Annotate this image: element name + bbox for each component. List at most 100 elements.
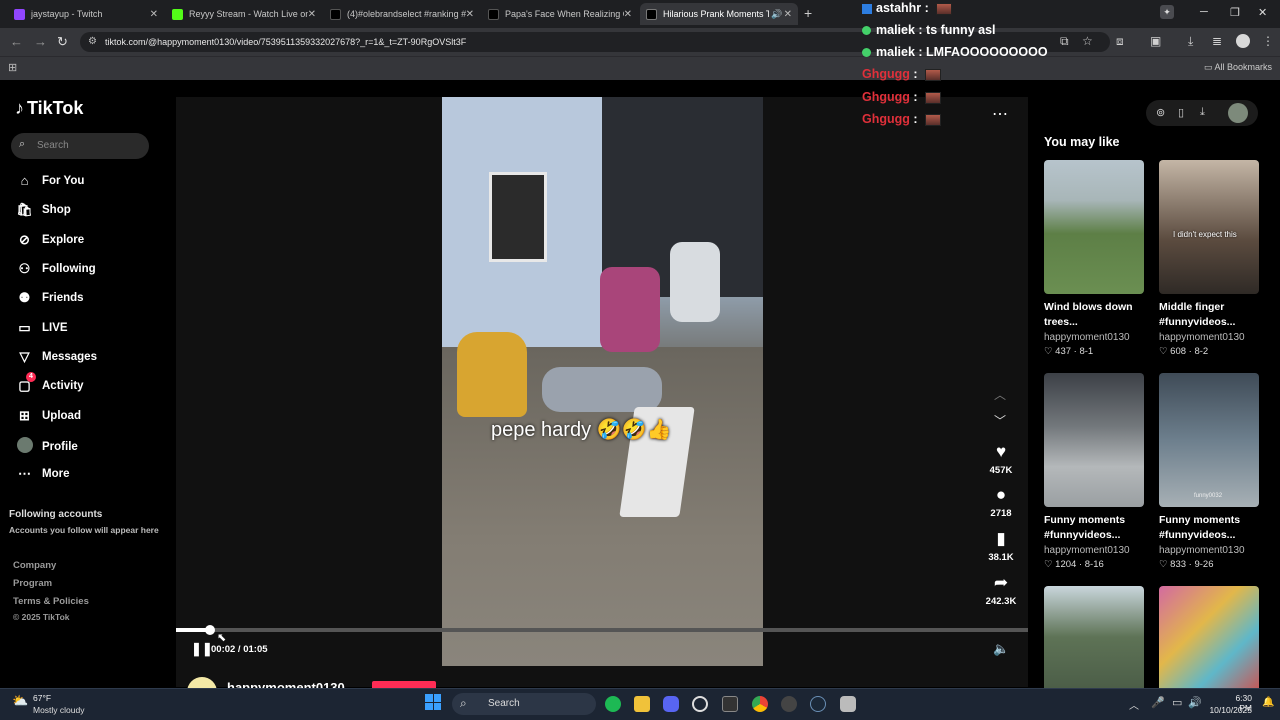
bookmark-icon: ▮ xyxy=(996,529,1006,548)
notification-icon[interactable]: 🔔 xyxy=(1262,697,1274,708)
volume-icon[interactable]: 🔊 xyxy=(1188,696,1202,709)
chevron-down-icon[interactable]: ﹀ xyxy=(994,412,1006,429)
person-white-shirt xyxy=(670,242,720,322)
discord-icon[interactable] xyxy=(663,696,679,712)
browser-tab[interactable]: Papa's Face When Realizing Ou ✕ xyxy=(482,3,638,25)
video-frame[interactable] xyxy=(442,97,763,666)
float-icon[interactable]: ⊚ xyxy=(1156,106,1165,119)
video-title[interactable]: Middle finger #funnyvideos... xyxy=(1159,300,1264,330)
app-icon[interactable] xyxy=(840,696,856,712)
share-action[interactable]: ➦ 242.3K xyxy=(980,573,1022,607)
sparkle-icon[interactable]: ✦ xyxy=(1160,5,1174,19)
search-input[interactable]: ⌕ Search xyxy=(11,133,149,159)
clock-date[interactable]: 10/10/2025 xyxy=(1208,705,1252,715)
browser-tab-active[interactable]: Hilarious Prank Moments Th 🔊 ✕ xyxy=(640,3,798,25)
video-author[interactable]: happymoment0130 xyxy=(1044,545,1130,556)
close-window-icon[interactable]: ✕ xyxy=(1258,6,1267,19)
browser-tab[interactable]: Reyyy Stream - Watch Live on K ✕ xyxy=(166,3,322,25)
video-thumbnail[interactable] xyxy=(1044,586,1144,688)
app-icon[interactable] xyxy=(781,696,797,712)
taskbar-search[interactable]: ⌕ Search xyxy=(452,693,596,715)
new-tab-icon[interactable]: + xyxy=(804,5,812,21)
app-icon[interactable] xyxy=(692,696,708,712)
epic-games-icon[interactable] xyxy=(722,696,738,712)
minimize-icon[interactable]: ─ xyxy=(1200,6,1208,18)
extensions-icon[interactable]: ⧈ xyxy=(1116,34,1124,49)
chrome-icon[interactable] xyxy=(752,696,768,712)
reload-icon[interactable]: ↻ xyxy=(57,34,68,50)
video-title[interactable]: Funny moments #funnyvideos... xyxy=(1044,513,1149,543)
weather-desc[interactable]: Mostly cloudy xyxy=(33,705,85,715)
progress-track[interactable] xyxy=(176,628,1028,632)
microphone-icon[interactable]: 🎤 xyxy=(1151,696,1165,709)
download-icon[interactable]: ⤓ xyxy=(1188,34,1193,49)
sidebar-item-upload[interactable]: ⊞ Upload xyxy=(16,408,81,424)
chat-message: maliek : LMFAOOOOOOOOO xyxy=(862,45,1048,59)
network-icon[interactable]: ▭ xyxy=(1172,696,1182,709)
chevron-up-icon[interactable]: ︿ xyxy=(994,386,1006,403)
footer-terms[interactable]: Terms & Policies xyxy=(13,596,89,607)
video-author[interactable]: happymoment0130 xyxy=(1159,332,1245,343)
tiktok-logo[interactable]: ♪ TikTok xyxy=(15,98,83,119)
device-icon[interactable]: ▯ xyxy=(1178,106,1184,119)
video-thumbnail[interactable]: I didn't expect this xyxy=(1159,160,1259,294)
site-info-icon[interactable]: ⚙ xyxy=(88,36,97,47)
sidebar-item-following[interactable]: ⚇ Following xyxy=(16,261,96,277)
sidebar-item-explore[interactable]: ⊘ Explore xyxy=(16,232,84,248)
download-video-icon[interactable]: ⤓ xyxy=(1200,106,1205,119)
back-icon[interactable]: ← xyxy=(10,34,23,49)
speaker-icon[interactable]: 🔊 xyxy=(771,9,782,20)
sidebar-item-messages[interactable]: ▽ Messages xyxy=(16,349,97,365)
sidebar-item-activity[interactable]: ▢ 4 Activity xyxy=(16,372,84,394)
video-thumbnail[interactable]: funny0032 xyxy=(1159,373,1259,507)
spotify-icon[interactable] xyxy=(605,696,621,712)
chevron-up-icon[interactable]: ︿ xyxy=(1129,697,1139,712)
windows-start-icon[interactable] xyxy=(425,694,441,710)
more-options-icon[interactable]: ⋯ xyxy=(992,104,1008,124)
profile-avatar[interactable] xyxy=(1236,34,1250,48)
all-bookmarks[interactable]: ▭ All Bookmarks xyxy=(1204,62,1272,73)
comment-action[interactable]: ● 2718 xyxy=(980,485,1022,519)
file-explorer-icon[interactable] xyxy=(634,696,650,712)
sidebar-item-more[interactable]: ⋯ More xyxy=(16,466,69,482)
close-icon[interactable]: ✕ xyxy=(308,9,316,20)
apps-icon[interactable]: ⊞ xyxy=(8,61,17,74)
weather-icon[interactable]: ⛅ xyxy=(12,693,28,709)
like-action[interactable]: ♥ 457K xyxy=(980,442,1022,476)
volume-icon[interactable]: 🔈 xyxy=(993,641,1009,657)
install-icon[interactable]: ⧉ xyxy=(1060,34,1069,49)
video-author[interactable]: happymoment0130 xyxy=(1044,332,1130,343)
video-thumbnail[interactable] xyxy=(1044,373,1144,507)
video-title[interactable]: Funny moments #funnyvideos... xyxy=(1159,513,1264,543)
video-title[interactable]: Wind blows down trees... xyxy=(1044,300,1149,330)
sidebar-item-profile[interactable]: Profile xyxy=(16,437,78,456)
close-icon[interactable]: ✕ xyxy=(150,9,158,20)
close-icon[interactable]: ✕ xyxy=(784,9,792,20)
footer-company[interactable]: Company xyxy=(13,560,56,571)
weather-temp[interactable]: 67°F xyxy=(33,693,51,703)
sidebar-item-live[interactable]: ▭ LIVE xyxy=(16,320,67,336)
close-icon[interactable]: ✕ xyxy=(466,9,474,20)
sidebar-item-shop[interactable]: 🛍 Shop xyxy=(16,202,71,218)
chat-user: astahhr xyxy=(876,1,922,15)
sidepanel-icon[interactable]: ▣ xyxy=(1150,34,1161,48)
media-icon[interactable]: ≣ xyxy=(1212,34,1222,48)
pause-icon[interactable]: ❚❚ xyxy=(191,641,213,657)
sidebar-item-for-you[interactable]: ⌂ For You xyxy=(16,173,85,188)
video-author[interactable]: happymoment0130 xyxy=(1159,545,1245,556)
forward-icon[interactable]: → xyxy=(34,34,47,49)
heart-outline-icon: ♡ xyxy=(1159,346,1171,357)
video-thumbnail[interactable] xyxy=(1159,586,1259,688)
footer-program[interactable]: Program xyxy=(13,578,52,589)
steam-icon[interactable] xyxy=(810,696,826,712)
maximize-icon[interactable]: ❐ xyxy=(1230,6,1240,19)
video-thumbnail[interactable] xyxy=(1044,160,1144,294)
close-icon[interactable]: ✕ xyxy=(624,9,632,20)
user-avatar[interactable] xyxy=(1228,103,1248,123)
browser-tab[interactable]: (4)#olebrandselect #ranking #e ✕ xyxy=(324,3,480,25)
menu-icon[interactable]: ⋮ xyxy=(1262,34,1274,48)
save-action[interactable]: ▮ 38.1K xyxy=(980,529,1022,563)
sidebar-item-friends[interactable]: ⚉ Friends xyxy=(16,290,84,306)
browser-tab[interactable]: jaystayup - Twitch ✕ xyxy=(8,3,164,25)
bookmark-star-icon[interactable]: ☆ xyxy=(1082,34,1093,48)
